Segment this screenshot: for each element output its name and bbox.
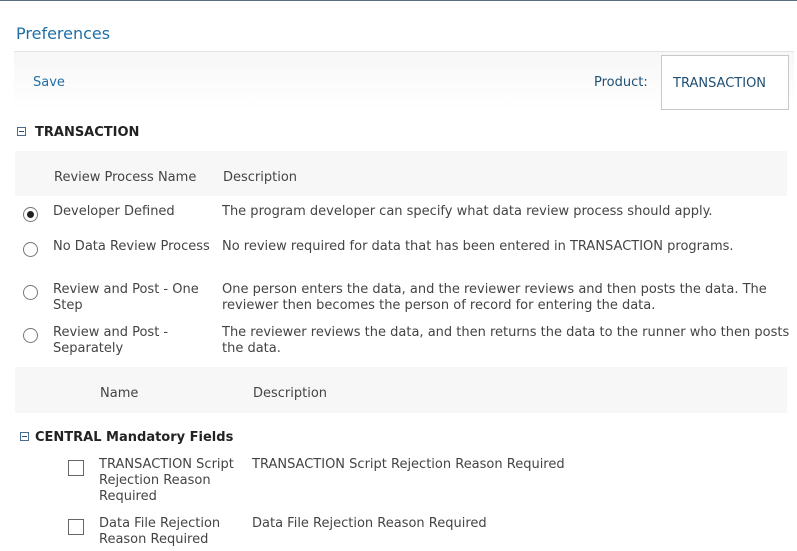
product-label: Product: [594, 75, 648, 90]
review-table-header: Review Process Name Description [15, 151, 787, 196]
toolbar: Save Product: TRANSACTION [14, 52, 794, 110]
review-option-description: One person enters the data, and the revi… [222, 282, 767, 313]
section-title-mandatory-fields: CENTRAL Mandatory Fields [35, 430, 234, 445]
page-title: Preferences [16, 24, 111, 43]
mandatory-table-header: Name Description [15, 367, 787, 413]
section-title-transaction: TRANSACTION [35, 125, 140, 140]
product-selector[interactable]: TRANSACTION [661, 55, 789, 110]
mandatory-field-name: Data File Rejection Reason Required [99, 516, 221, 547]
column-header-review-process-name: Review Process Name [54, 170, 197, 185]
review-option-name: Review and Post - Separately [53, 325, 169, 356]
review-option-description: No review required for data that has bee… [222, 239, 734, 254]
mandatory-field-checkbox[interactable] [68, 519, 84, 535]
mandatory-field-description: TRANSACTION Script Rejection Reason Requ… [252, 457, 565, 472]
review-option-radio[interactable] [23, 285, 38, 300]
column-header-name: Name [100, 386, 139, 401]
mandatory-field-checkbox[interactable] [68, 460, 84, 476]
review-option-radio[interactable] [23, 328, 38, 343]
mandatory-field-description: Data File Rejection Reason Required [252, 516, 487, 531]
product-value: TRANSACTION [673, 76, 767, 91]
collapse-icon[interactable] [17, 127, 26, 136]
save-button[interactable]: Save [33, 75, 65, 90]
review-option-radio[interactable] [23, 242, 38, 257]
mandatory-field-name: TRANSACTION Script Rejection Reason Requ… [99, 457, 234, 504]
review-option-description: The program developer can specify what d… [222, 204, 713, 219]
review-option-description: The reviewer reviews the data, and then … [222, 325, 790, 356]
window-top-border [0, 0, 797, 1]
column-header-description: Description [223, 170, 298, 185]
review-option-name: Developer Defined [53, 204, 175, 219]
review-option-radio[interactable] [23, 207, 38, 222]
column-header-description: Description [253, 386, 328, 401]
collapse-icon[interactable] [20, 432, 29, 441]
review-option-name: No Data Review Process [53, 239, 210, 254]
review-option-name: Review and Post - One Step [53, 282, 199, 313]
